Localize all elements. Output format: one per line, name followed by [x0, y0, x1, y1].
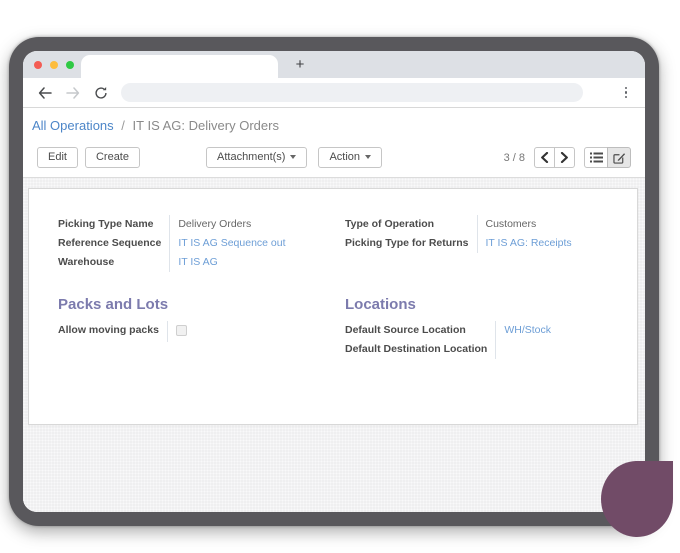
field-value-default-destination-location	[496, 340, 551, 359]
field-group-bottom: Packs and Lots Allow moving packs Locati…	[58, 272, 627, 359]
list-icon	[590, 152, 603, 163]
action-dropdown[interactable]: Action	[318, 147, 382, 168]
control-bar: Edit Create Attachment(s) Action 3 / 8	[23, 140, 645, 178]
field-value-picking-type-name: Delivery Orders	[170, 215, 286, 234]
field-row-picking-type-for-returns: Picking Type for Returns IT IS AG: Recei…	[345, 234, 572, 253]
breadcrumb-link-all-operations[interactable]: All Operations	[32, 118, 114, 133]
field-label-allow-moving-packs: Allow moving packs	[58, 321, 167, 342]
breadcrumb: All Operations / IT IS AG: Delivery Orde…	[23, 108, 645, 140]
forward-arrow-icon	[66, 87, 80, 99]
field-row-allow-moving-packs: Allow moving packs	[58, 321, 187, 342]
field-group-top: Picking Type Name Delivery Orders Refere…	[58, 215, 627, 272]
form-view-button[interactable]	[607, 147, 631, 168]
maximize-window-button[interactable]	[66, 61, 74, 69]
back-button[interactable]	[35, 83, 55, 103]
chevron-right-icon	[560, 152, 569, 163]
browser-tab-strip: +	[23, 51, 645, 78]
field-label-warehouse: Warehouse	[58, 253, 170, 272]
reload-button[interactable]	[91, 83, 111, 103]
field-value-picking-type-for-returns-link[interactable]: IT IS AG: Receipts	[486, 237, 572, 249]
address-bar[interactable]	[121, 83, 583, 102]
view-switcher	[584, 147, 631, 168]
browser-viewport: +	[23, 51, 645, 512]
section-heading-packs-and-lots: Packs and Lots	[58, 296, 345, 313]
section-heading-locations: Locations	[345, 296, 627, 313]
field-value-warehouse-link[interactable]: IT IS AG	[178, 256, 218, 268]
field-label-picking-type-for-returns: Picking Type for Returns	[345, 234, 477, 253]
browser-navbar	[23, 78, 645, 108]
field-row-type-of-operation: Type of Operation Customers	[345, 215, 572, 234]
pager-previous-button[interactable]	[534, 147, 555, 168]
field-value-default-source-location-link[interactable]: WH/Stock	[504, 324, 551, 336]
minimize-window-button[interactable]	[50, 61, 58, 69]
kebab-icon	[625, 87, 628, 90]
breadcrumb-separator: /	[121, 118, 125, 133]
chevron-down-icon	[290, 155, 296, 159]
chevron-down-icon	[365, 155, 371, 159]
list-view-button[interactable]	[584, 147, 608, 168]
field-row-default-source-location: Default Source Location WH/Stock	[345, 321, 551, 340]
pager-next-button[interactable]	[554, 147, 575, 168]
allow-moving-packs-checkbox[interactable]	[176, 325, 187, 336]
field-label-default-source-location: Default Source Location	[345, 321, 496, 340]
form-sheet: Picking Type Name Delivery Orders Refere…	[28, 188, 638, 425]
pager-counter: 3 / 8	[504, 152, 525, 164]
chevron-left-icon	[540, 152, 549, 163]
field-row-reference-sequence: Reference Sequence IT IS AG Sequence out	[58, 234, 286, 253]
field-row-default-destination-location: Default Destination Location	[345, 340, 551, 359]
page-title: IT IS AG: Delivery Orders	[133, 118, 279, 133]
field-label-picking-type-name: Picking Type Name	[58, 215, 170, 234]
odoo-page: All Operations / IT IS AG: Delivery Orde…	[23, 108, 645, 512]
forward-button[interactable]	[63, 83, 83, 103]
dropdown-group: Attachment(s) Action	[206, 147, 382, 168]
field-row-picking-type-name: Picking Type Name Delivery Orders	[58, 215, 286, 234]
attachments-dropdown[interactable]: Attachment(s)	[206, 147, 307, 168]
new-tab-button[interactable]: +	[287, 54, 313, 76]
browser-menu-button[interactable]	[619, 84, 633, 102]
close-window-button[interactable]	[34, 61, 42, 69]
pager-cluster: 3 / 8	[504, 147, 631, 168]
reload-icon	[94, 86, 108, 100]
window-controls	[34, 61, 74, 69]
field-value-reference-sequence-link[interactable]: IT IS AG Sequence out	[178, 237, 285, 249]
field-label-default-destination-location: Default Destination Location	[345, 340, 496, 359]
content-area: Picking Type Name Delivery Orders Refere…	[23, 178, 645, 512]
browser-tab[interactable]	[81, 55, 278, 78]
field-value-type-of-operation: Customers	[477, 215, 572, 234]
back-arrow-icon	[38, 87, 52, 99]
field-label-reference-sequence: Reference Sequence	[58, 234, 170, 253]
edit-form-icon	[613, 152, 626, 164]
field-row-warehouse: Warehouse IT IS AG	[58, 253, 286, 272]
browser-frame: +	[9, 37, 659, 526]
field-label-type-of-operation: Type of Operation	[345, 215, 477, 234]
create-button[interactable]: Create	[85, 147, 140, 168]
decorative-blob	[601, 461, 673, 537]
edit-button[interactable]: Edit	[37, 147, 78, 168]
pager-buttons	[534, 147, 575, 168]
